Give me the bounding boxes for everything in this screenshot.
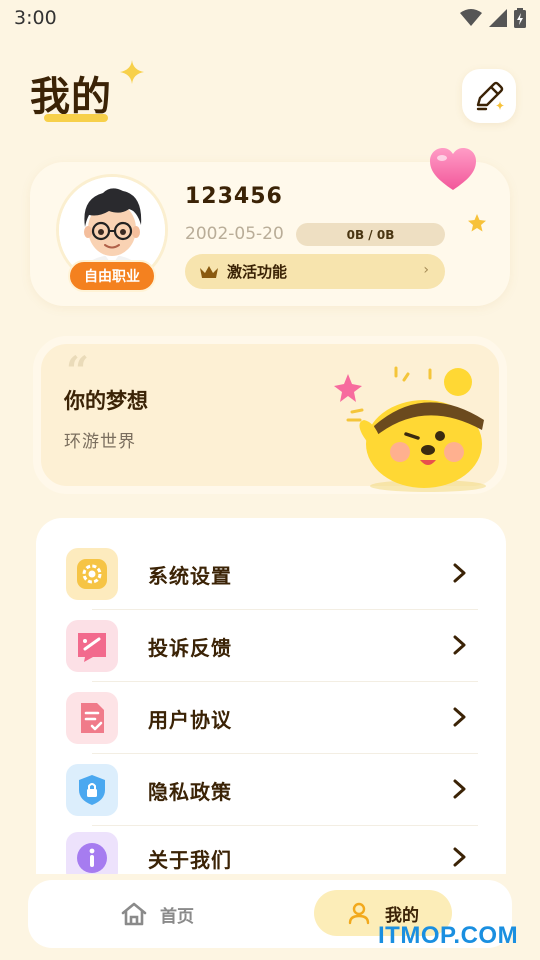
chevron-right-icon bbox=[453, 563, 466, 583]
menu-label: 用户协议 bbox=[148, 708, 232, 732]
title-underline bbox=[44, 114, 108, 122]
chevron-right-icon bbox=[453, 707, 466, 727]
feedback-icon bbox=[66, 620, 118, 672]
edit-profile-button[interactable] bbox=[462, 69, 516, 123]
activate-label: 激活功能 bbox=[227, 263, 288, 281]
heart-icon bbox=[430, 148, 476, 190]
home-icon bbox=[121, 902, 147, 926]
menu-item-system-settings[interactable]: 系统设置 bbox=[36, 538, 506, 610]
chevron-right-icon bbox=[453, 635, 466, 655]
menu-label: 关于我们 bbox=[148, 848, 232, 872]
menu-label: 隐私政策 bbox=[148, 780, 232, 804]
menu-item-feedback[interactable]: 投诉反馈 bbox=[36, 610, 506, 682]
activate-feature-button[interactable]: 激活功能 › bbox=[185, 254, 445, 289]
document-icon bbox=[66, 692, 118, 744]
crown-icon bbox=[200, 265, 218, 278]
storage-usage: 0B / 0B bbox=[296, 223, 445, 246]
birthday: 2002-05-20 bbox=[185, 224, 284, 244]
status-time: 3:00 bbox=[14, 7, 57, 29]
edit-pencil-icon bbox=[476, 81, 504, 111]
chevron-right-icon: › bbox=[423, 262, 429, 278]
signal-icon bbox=[489, 9, 507, 27]
username: 123456 bbox=[185, 184, 283, 209]
gear-icon bbox=[66, 548, 118, 600]
status-bar: 3:00 bbox=[0, 0, 540, 36]
status-icons bbox=[460, 8, 526, 28]
dream-text: 环游世界 bbox=[64, 432, 136, 452]
wifi-icon bbox=[460, 9, 482, 26]
dream-title: 你的梦想 bbox=[64, 389, 148, 413]
tab-home-label: 首页 bbox=[160, 906, 194, 927]
menu-item-privacy-policy[interactable]: 隐私政策 bbox=[36, 754, 506, 826]
star-icon bbox=[468, 214, 486, 232]
role-badge: 自由职业 bbox=[68, 260, 156, 292]
menu-label: 投诉反馈 bbox=[148, 636, 232, 660]
menu-item-user-agreement[interactable]: 用户协议 bbox=[36, 682, 506, 754]
watermark: ITMOP.COM bbox=[378, 922, 519, 949]
tab-home[interactable]: 首页 bbox=[120, 896, 194, 932]
shield-lock-icon bbox=[66, 764, 118, 816]
mascot-bear-icon bbox=[334, 366, 486, 492]
battery-icon bbox=[514, 8, 526, 28]
chevron-right-icon bbox=[453, 847, 466, 867]
chevron-right-icon bbox=[453, 779, 466, 799]
user-icon bbox=[348, 902, 370, 925]
menu-label: 系统设置 bbox=[148, 564, 232, 588]
sparkle-icon bbox=[120, 60, 144, 84]
